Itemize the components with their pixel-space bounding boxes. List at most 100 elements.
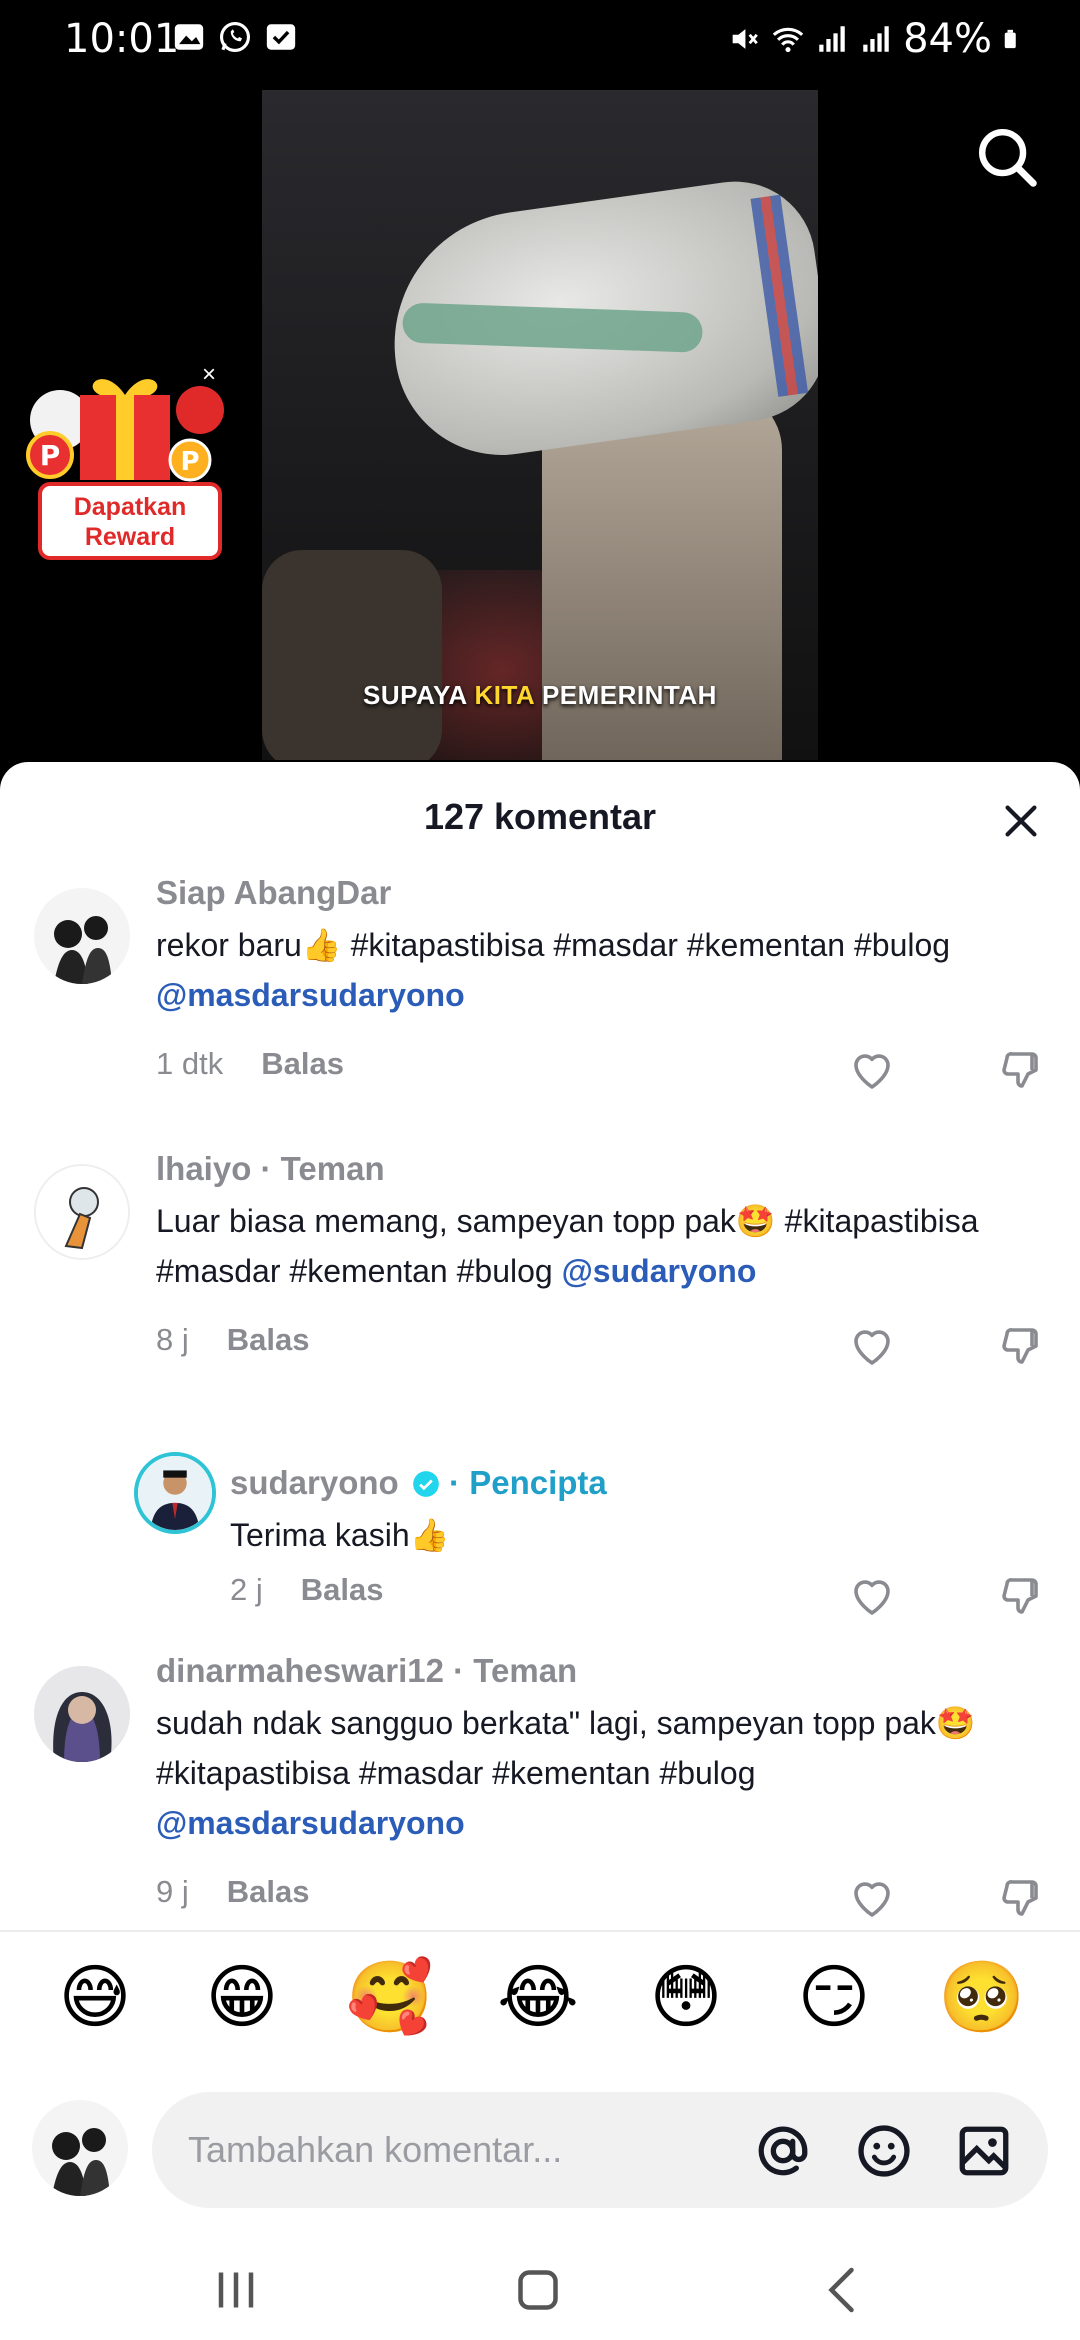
mention-link[interactable]: @sudaryono [562,1253,757,1289]
my-avatar [32,2100,128,2196]
caption-text: SUPAYA [363,680,475,710]
back-icon[interactable] [814,2260,874,2320]
status-time: 10:01 [64,16,180,62]
comments-count-title: 127 komentar [423,796,657,837]
comment-item: Siap AbangDar rekor baru👍 #kitapastibisa… [0,862,1080,1122]
mention-icon[interactable] [754,2122,812,2180]
heart-icon[interactable] [848,1322,896,1370]
emoji-quick-row: 😅 😁 🥰 😂 😳 😏 🥺 [0,1952,1080,2052]
reply-item: sudaryono · Pencipta Terima kasih👍 2 j Ba… [0,1452,1080,1632]
caption-highlight: KITA [474,680,535,710]
dislike-icon[interactable] [998,1322,1046,1370]
emoji-button[interactable]: 😏 [789,1952,879,2042]
comment-text-line: rekor baru👍 #kitapastibisa #masdar #keme… [156,927,951,963]
notification-icons [172,20,298,54]
comment-text-line: #masdar #kementan #bulog [156,1253,562,1289]
heart-icon[interactable] [848,1572,896,1620]
checkbox-icon [266,24,296,50]
wifi-icon [772,27,804,53]
comment-time: 1 dtk [156,1046,224,1081]
comment-item: lhaiyo · Teman Luar biasa memang, sampey… [0,1138,1080,1398]
comment-time: 9 j [156,1874,189,1909]
svg-text:P: P [40,439,61,472]
emoji-button[interactable]: 🥰 [345,1952,435,2042]
comment-text-line: #kitapastibisa #masdar #kementan #bulog [156,1755,756,1791]
reply-button[interactable]: Balas [227,1322,310,1357]
reward-label-line2: Reward [84,523,176,551]
system-status: 84% [727,16,1024,62]
comment-text: rekor baru👍 #kitapastibisa #masdar #keme… [156,920,1036,1020]
video-frame [262,90,818,760]
avatar[interactable] [34,888,130,984]
emoji-button[interactable]: 😂 [493,1952,583,2042]
avatar[interactable] [34,1666,130,1762]
search-icon[interactable] [972,122,1042,192]
system-nav-bar [0,2220,1080,2340]
comment-username[interactable]: Siap AbangDar [156,874,391,912]
signal-icon [819,26,845,52]
sack-band [750,194,809,397]
comment-time: 8 j [156,1322,189,1357]
reward-widget[interactable]: P P × Dapatkan Reward [20,360,230,565]
battery-percent: 84% [903,16,992,62]
emoji-button[interactable]: 🥺 [937,1952,1027,2042]
emoji-icon[interactable] [855,2122,913,2180]
comment-text: sudah ndak sangguo berkata" lagi, sampey… [156,1698,1056,1848]
dislike-icon[interactable] [998,1572,1046,1620]
emoji-button[interactable]: 😁 [197,1952,287,2042]
signal-icon-2 [863,26,889,52]
emoji-button[interactable]: 😅 [50,1952,140,2042]
whatsapp-icon [219,21,251,53]
heart-icon[interactable] [848,1046,896,1094]
comment-username[interactable]: dinarmaheswari12 · Teman [156,1652,577,1690]
comment-meta: 9 j Balas [156,1874,309,1910]
comments-sheet: 127 komentar Siap AbangDar rekor baru👍 #… [0,762,1080,2340]
comment-username: sudaryono · Pencipta [230,1464,607,1502]
creator-username[interactable]: sudaryono [230,1464,399,1501]
caption-text-end: PEMERINTAH [534,680,717,710]
image-icon[interactable] [955,2122,1013,2180]
recent-apps-icon[interactable] [206,2260,266,2320]
comment-meta: 1 dtk Balas [156,1046,344,1082]
heart-icon[interactable] [848,1874,896,1922]
close-icon[interactable] [998,798,1044,844]
avatar[interactable] [134,1452,216,1534]
comment-meta: 2 j Balas [230,1572,383,1608]
gallery-icon [174,24,204,50]
reply-button[interactable]: Balas [227,1874,310,1909]
comment-time: 2 j [230,1572,263,1607]
comment-username[interactable]: lhaiyo · Teman [156,1150,385,1188]
reply-button[interactable]: Balas [261,1046,344,1081]
avatar[interactable] [34,1164,130,1260]
comment-text-line: sudah ndak sangguo berkata" lagi, sampey… [156,1705,976,1741]
svg-text:P: P [180,447,199,477]
avatar-image [36,1166,128,1258]
avatar-image [138,1456,212,1530]
sack-stripe [401,302,704,353]
dislike-icon[interactable] [998,1874,1046,1922]
comment-text: Terima kasih👍 [230,1517,450,1553]
video-caption: SUPAYA KITA PEMERINTAH [0,680,1080,711]
comment-item: dinarmaheswari12 · Teman sudah ndak sang… [0,1640,1080,1940]
mention-link[interactable]: @masdarsudaryono [156,977,465,1013]
mention-link[interactable]: @masdarsudaryono [156,1805,465,1841]
comment-input[interactable] [152,2092,1048,2208]
creator-badge: · Pencipta [449,1464,607,1501]
reward-close-button[interactable]: × [196,362,222,388]
mute-icon [732,29,758,49]
input-row [0,2092,1080,2212]
verified-icon [413,1471,439,1497]
avatar-image [34,1666,130,1762]
battery-icon [1004,29,1016,49]
comment-meta: 8 j Balas [156,1322,309,1358]
dislike-icon[interactable] [998,1046,1046,1094]
reply-button[interactable]: Balas [301,1572,384,1607]
avatar-image [34,888,130,984]
comment-text-line: Luar biasa memang, sampeyan topp pak🤩 #k… [156,1203,979,1239]
video-person-shadow [262,550,442,760]
reward-label-line1: Dapatkan [73,493,187,521]
avatar-image [32,2100,128,2196]
home-icon[interactable] [508,2260,568,2320]
reward-label: Dapatkan Reward [38,482,222,560]
emoji-button[interactable]: 😳 [641,1952,731,2042]
